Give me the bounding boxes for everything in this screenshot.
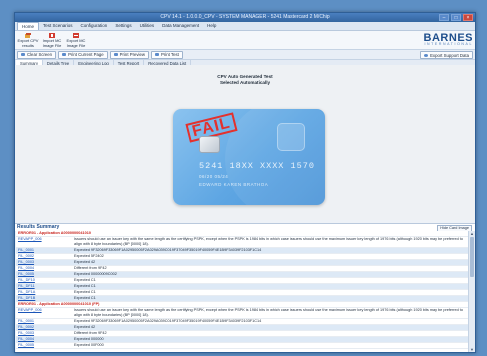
chip-icon bbox=[199, 136, 220, 153]
barnes-logo: BARNES INTERNATIONAL bbox=[424, 32, 473, 46]
print-current-page-label: Print Current Page bbox=[68, 52, 104, 57]
scroll-up-icon[interactable]: ▲ bbox=[469, 231, 475, 236]
result-description: Expected 9F32069F33069F1A02950005F2A029A… bbox=[74, 319, 262, 323]
result-id-link[interactable]: FIL_0004 bbox=[16, 337, 74, 342]
summary-title: CPV Auto Generated Test Selected Automat… bbox=[15, 74, 475, 85]
print-test-label: Print Test bbox=[160, 52, 179, 57]
export-support-data-button[interactable]: Export Support Data bbox=[420, 51, 473, 59]
result-description: Expected 000000 bbox=[74, 337, 104, 341]
result-description: Expected 9F32069F33069F1A02950005F2A029A… bbox=[74, 248, 262, 252]
clear-screen-label: Clear Screen bbox=[27, 52, 53, 57]
window-title: CPV 14.1 - 1.0.0.0_CPV - SYSTEM MANAGER … bbox=[160, 14, 330, 20]
export-mc-image-label: Export MC Image File bbox=[66, 38, 86, 48]
summary-title-line2: Selected Automatically bbox=[219, 79, 271, 85]
result-description: Expected C1 bbox=[74, 284, 96, 288]
print-test-icon bbox=[154, 53, 159, 56]
result-section-title: ERROR01 - Application A0000000041010 (FP… bbox=[18, 302, 100, 306]
card-holder: EDWARD KAREN BRATHOA bbox=[199, 182, 269, 187]
printer-icon bbox=[62, 53, 67, 56]
results-list: ERROR01 - Application A0000000041010 REVA… bbox=[16, 231, 469, 352]
clear-icon bbox=[21, 53, 25, 56]
result-description: Different from 9F42 bbox=[74, 266, 107, 270]
print-preview-label: Print Preview bbox=[119, 52, 145, 57]
result-row[interactable]: REVAPP_006 Issuers should use an issuer k… bbox=[16, 237, 469, 248]
result-id-link[interactable]: FIL_0005 bbox=[16, 272, 74, 277]
result-description: Expected C1 bbox=[74, 296, 96, 300]
result-id-link[interactable]: FIL_0001 bbox=[16, 248, 74, 253]
toolbar: Clear Screen Print Current Page Print Pr… bbox=[15, 50, 475, 60]
result-id-link[interactable]: FIL_0002 bbox=[16, 325, 74, 330]
card-image: FAIL 5241 18XX XXXX 1570 06/20 05/24 EDW… bbox=[173, 109, 325, 205]
menu-settings[interactable]: Settings bbox=[111, 22, 135, 30]
menu-help[interactable]: Help bbox=[203, 22, 220, 30]
result-description: Expected C1 bbox=[74, 290, 96, 294]
result-description: Expected C1 bbox=[74, 278, 96, 282]
export-cpv-results-button[interactable]: Export CPV results bbox=[17, 33, 39, 48]
result-row[interactable]: REVAPP_006 Issuers should use an issuer k… bbox=[16, 308, 469, 319]
result-id-link[interactable]: FIL_0004 bbox=[16, 266, 74, 271]
app-window: CPV 14.1 - 1.0.0.0_CPV - SYSTEM MANAGER … bbox=[14, 12, 476, 353]
result-description: Different from 9F42 bbox=[74, 331, 107, 335]
scroll-thumb[interactable] bbox=[470, 237, 474, 277]
result-description: Expected 42 bbox=[74, 260, 96, 264]
menu-utilities[interactable]: Utilities bbox=[136, 22, 159, 30]
card-expiry: 06/20 05/24 bbox=[199, 174, 229, 179]
clear-screen-button[interactable]: Clear Screen bbox=[17, 50, 57, 59]
print-test-button[interactable]: Print Test bbox=[150, 50, 183, 59]
result-id-link[interactable]: FIL_0001 bbox=[16, 319, 74, 324]
result-id-link[interactable]: FIL_DF1A bbox=[16, 290, 74, 295]
summary-panel: CPV Auto Generated Test Selected Automat… bbox=[15, 65, 475, 220]
result-description: Expected 5F2402 bbox=[74, 254, 104, 258]
close-button[interactable]: × bbox=[463, 14, 473, 21]
result-description: Expected 00000009C002 bbox=[74, 272, 117, 276]
title-bar: CPV 14.1 - 1.0.0.0_CPV - SYSTEM MANAGER … bbox=[15, 13, 475, 22]
ribbon: Export CPV results Import MC Image File … bbox=[15, 31, 475, 50]
result-id-link[interactable]: FIL_DF10 bbox=[16, 278, 74, 283]
import-mc-image-button[interactable]: Import MC Image File bbox=[41, 33, 63, 48]
result-description: Expected 00F000 bbox=[74, 343, 104, 347]
menu-data-management[interactable]: Data Management bbox=[158, 22, 203, 30]
results-summary-header: Results Summary Hide Card Image bbox=[15, 223, 475, 232]
logo-tagline: INTERNATIONAL bbox=[424, 42, 473, 46]
print-current-page-button[interactable]: Print Current Page bbox=[58, 50, 108, 59]
results-scrollbar[interactable]: ▲ ▼ bbox=[468, 231, 475, 352]
card-number: 5241 18XX XXXX 1570 bbox=[199, 161, 315, 171]
result-section-title: ERROR01 - Application A0000000041010 bbox=[18, 231, 91, 235]
menu-test-scenarios[interactable]: Test Scenarios bbox=[39, 22, 77, 30]
contactless-icon bbox=[277, 123, 305, 151]
export-mc-image-button[interactable]: Export MC Image File bbox=[65, 33, 87, 48]
export-support-data-label: Export Support Data bbox=[430, 52, 469, 58]
import-mc-image-label: Import MC Image File bbox=[42, 38, 62, 48]
window-controls: – □ × bbox=[439, 14, 473, 21]
result-id-link[interactable]: FIL_DF11 bbox=[16, 284, 74, 289]
preview-icon bbox=[113, 53, 118, 56]
result-description: Issuers should use an issuer key with th… bbox=[74, 237, 463, 246]
result-id-link[interactable]: FIL_0003 bbox=[16, 331, 74, 336]
support-icon bbox=[424, 53, 429, 57]
result-row[interactable]: FIL_0005 Expected 00F000 bbox=[16, 343, 469, 349]
menu-bar: Home Test Scenarios Configuration Settin… bbox=[15, 22, 475, 31]
print-preview-button[interactable]: Print Preview bbox=[109, 50, 149, 59]
results-summary-title: Results Summary bbox=[17, 224, 60, 230]
card-wave-decoration bbox=[225, 109, 325, 205]
result-id-link[interactable]: REVAPP_006 bbox=[16, 237, 74, 247]
result-id-link[interactable]: FIL_0005 bbox=[16, 343, 74, 348]
result-id-link[interactable]: FIL_DF1B bbox=[16, 296, 74, 301]
result-id-link[interactable]: REVAPP_006 bbox=[16, 308, 74, 318]
result-description: Issuers should use an issuer key with th… bbox=[74, 308, 463, 317]
menu-configuration[interactable]: Configuration bbox=[77, 22, 112, 30]
menu-home[interactable]: Home bbox=[17, 22, 40, 30]
scroll-down-icon[interactable]: ▼ bbox=[469, 347, 475, 352]
export-cpv-results-label: Export CPV results bbox=[17, 38, 39, 48]
result-id-link[interactable]: FIL_0002 bbox=[16, 254, 74, 259]
maximize-button[interactable]: □ bbox=[451, 14, 461, 21]
result-description: Expected 42 bbox=[74, 325, 96, 329]
result-id-link[interactable]: FIL_0003 bbox=[16, 260, 74, 265]
minimize-button[interactable]: – bbox=[439, 14, 449, 21]
